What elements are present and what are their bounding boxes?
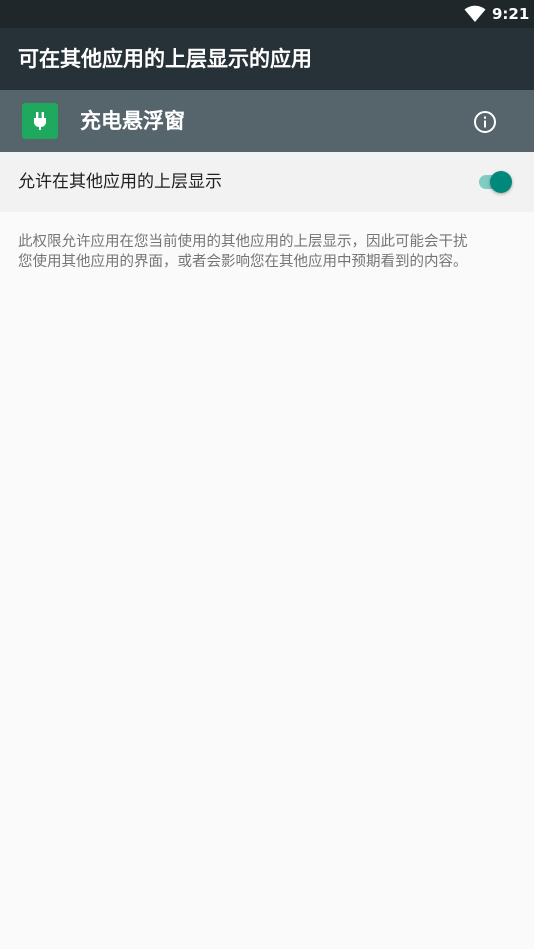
permission-description: 此权限允许应用在您当前使用的其他应用的上层显示，因此可能会干扰 您使用其他应用的… — [18, 232, 518, 272]
description-line: 此权限允许应用在您当前使用的其他应用的上层显示，因此可能会干扰 — [18, 234, 468, 250]
description-line: 您使用其他应用的界面，或者会影响您在其他应用中预期看到的内容。 — [18, 254, 468, 270]
permission-row[interactable]: 允许在其他应用的上层显示 — [0, 152, 534, 212]
app-header: 充电悬浮窗 — [0, 90, 534, 152]
app-icon — [22, 103, 58, 139]
toggle-thumb[interactable] — [490, 171, 512, 193]
permission-label: 允许在其他应用的上层显示 — [18, 172, 222, 192]
app-info-button[interactable] — [470, 107, 500, 137]
toolbar: 可在其他应用的上层显示的应用 — [0, 28, 534, 90]
plug-icon — [34, 112, 46, 130]
page-title: 可在其他应用的上层显示的应用 — [18, 47, 312, 71]
status-bar: 9:21 — [0, 0, 534, 28]
info-icon[interactable] — [470, 107, 500, 137]
wifi-icon — [464, 5, 486, 22]
app-name: 充电悬浮窗 — [80, 109, 185, 133]
overlay-permission-toggle[interactable] — [476, 168, 516, 196]
status-time: 9:21 — [492, 5, 530, 23]
